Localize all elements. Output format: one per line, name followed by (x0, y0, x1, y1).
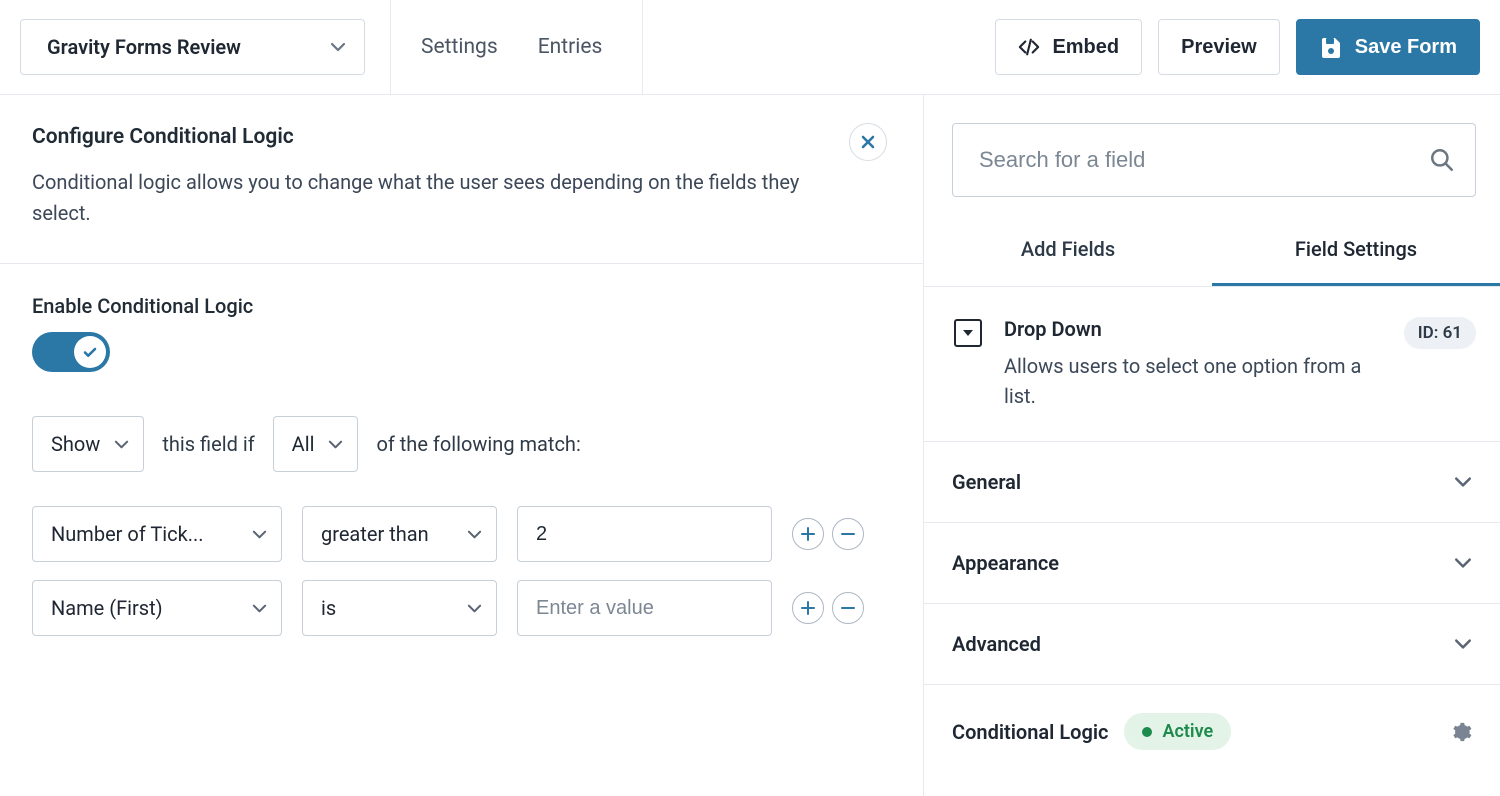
enable-label: Enable Conditional Logic (32, 294, 891, 318)
close-button[interactable] (849, 123, 887, 161)
accordion-appearance[interactable]: Appearance (924, 523, 1500, 604)
rule-operator-value: is (321, 596, 336, 620)
form-switcher[interactable]: Gravity Forms Review (20, 19, 365, 75)
minus-icon (841, 527, 855, 541)
save-icon (1319, 35, 1343, 59)
rule-value-input[interactable] (517, 506, 772, 562)
tab-settings[interactable]: Settings (421, 35, 498, 59)
divider (642, 0, 643, 95)
accordion-general[interactable]: General (924, 442, 1500, 523)
toggle-knob (74, 336, 106, 368)
chevron-down-icon (328, 437, 343, 452)
chevron-down-icon (252, 601, 267, 616)
panel-title: Configure Conditional Logic (32, 125, 891, 149)
rule-actions (792, 592, 864, 624)
minus-icon (841, 601, 855, 615)
accordion-label: Conditional Logic (952, 720, 1108, 744)
chevron-down-icon (330, 39, 346, 55)
search-icon (1429, 147, 1455, 173)
active-pill: Active (1124, 713, 1231, 750)
tab-entries[interactable]: Entries (538, 35, 603, 59)
accordion-advanced[interactable]: Advanced (924, 604, 1500, 685)
rule-field-select[interactable]: Number of Tick... (32, 506, 282, 562)
search-box[interactable] (952, 123, 1476, 197)
save-label: Save Form (1355, 36, 1457, 59)
check-icon (82, 344, 98, 360)
embed-label: Embed (1052, 36, 1119, 59)
panel-description: Conditional logic allows you to change w… (32, 167, 832, 229)
add-rule-button[interactable] (792, 592, 824, 624)
chevron-down-icon (467, 527, 482, 542)
remove-rule-button[interactable] (832, 592, 864, 624)
save-form-button[interactable]: Save Form (1296, 19, 1480, 75)
dropdown-field-icon (954, 319, 982, 347)
sidebar-tabs: Add Fields Field Settings (924, 219, 1500, 287)
search-input[interactable] (979, 147, 1429, 173)
chevron-down-icon (467, 601, 482, 616)
gear-icon[interactable] (1450, 721, 1472, 743)
topbar-actions: Embed Preview Save Form (995, 19, 1480, 75)
logic-sentence: Show this field if All of the following … (32, 416, 891, 472)
divider (390, 0, 391, 95)
rule-actions (792, 518, 864, 550)
embed-button[interactable]: Embed (995, 19, 1142, 75)
active-label: Active (1162, 721, 1213, 742)
accordion-label: General (952, 470, 1021, 494)
rule-field-select[interactable]: Name (First) (32, 580, 282, 636)
field-type-title: Drop Down (1004, 317, 1382, 341)
close-icon (860, 134, 876, 150)
topbar: Gravity Forms Review Settings Entries Em… (0, 0, 1500, 95)
remove-rule-button[interactable] (832, 518, 864, 550)
sentence-text: this field if (162, 432, 254, 456)
rule-value-input[interactable] (517, 580, 772, 636)
accordion-label: Advanced (952, 632, 1041, 656)
preview-button[interactable]: Preview (1158, 19, 1280, 75)
rule-field-value: Number of Tick... (51, 522, 204, 546)
chevron-down-icon (1454, 473, 1472, 491)
enable-toggle[interactable] (32, 332, 110, 372)
search-wrap (924, 95, 1500, 219)
field-id-badge: ID: 61 (1404, 317, 1476, 349)
conditional-logic-panel: Configure Conditional Logic Conditional … (0, 95, 924, 796)
action-select[interactable]: Show (32, 416, 144, 472)
active-dot-icon (1142, 727, 1152, 737)
chevron-down-icon (1454, 635, 1472, 653)
sentence-text: of the following match: (376, 432, 580, 456)
sidebar: Add Fields Field Settings Drop Down Allo… (924, 95, 1500, 796)
chevron-down-icon (114, 437, 129, 452)
rule-row: Name (First) is (32, 580, 891, 636)
action-value: Show (51, 432, 100, 456)
chevron-down-icon (252, 527, 267, 542)
plus-icon (801, 601, 815, 615)
preview-label: Preview (1181, 36, 1257, 59)
rule-field-value: Name (First) (51, 596, 163, 620)
add-rule-button[interactable] (792, 518, 824, 550)
accordion-label: Appearance (952, 551, 1059, 575)
tab-add-fields[interactable]: Add Fields (924, 219, 1212, 286)
rule-operator-value: greater than (321, 522, 429, 546)
rule-row: Number of Tick... is greater than (32, 506, 891, 562)
panel-header: Configure Conditional Logic Conditional … (0, 95, 923, 264)
code-icon (1018, 36, 1040, 58)
plus-icon (801, 527, 815, 541)
form-switcher-label: Gravity Forms Review (47, 35, 241, 59)
topbar-tabs: Settings Entries (421, 35, 602, 59)
rule-operator-select[interactable]: is greater than (302, 506, 497, 562)
main: Configure Conditional Logic Conditional … (0, 95, 1500, 796)
match-select[interactable]: All (273, 416, 359, 472)
field-info: Drop Down Allows users to select one opt… (924, 287, 1500, 442)
rules-list: Number of Tick... is greater than (32, 506, 891, 636)
rule-operator-select[interactable]: is (302, 580, 497, 636)
match-value: All (292, 432, 315, 456)
field-type-desc: Allows users to select one option from a… (1004, 351, 1382, 411)
panel-body: Enable Conditional Logic Show this field… (0, 264, 923, 666)
tab-field-settings[interactable]: Field Settings (1212, 219, 1500, 286)
accordion-conditional-logic[interactable]: Conditional Logic Active (924, 685, 1500, 778)
chevron-down-icon (1454, 554, 1472, 572)
